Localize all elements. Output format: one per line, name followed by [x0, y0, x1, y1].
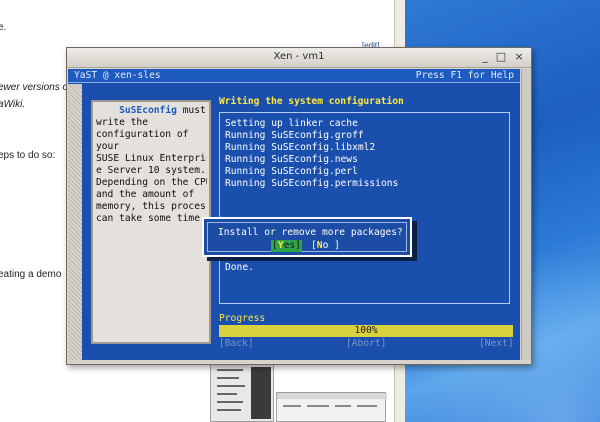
- log-line: Running SuSEconfig.libxml2: [225, 142, 376, 153]
- wiki-text-line: aWiki.: [0, 99, 26, 110]
- help-line: your: [96, 141, 120, 152]
- help-line-text: must: [176, 105, 206, 116]
- progress-bar: 100%: [219, 325, 513, 337]
- main-title: Writing the system configuration: [219, 96, 404, 107]
- wiki-text-line: eps to do so:: [0, 150, 56, 161]
- dialog-question: Install or remove more packages?: [218, 227, 403, 238]
- progress-label: Progress: [219, 313, 266, 324]
- help-line: and the amount of: [96, 189, 195, 200]
- yast-host-label: YaST @ xen-sles: [74, 70, 161, 81]
- wiki-text-line: e.: [0, 22, 7, 33]
- help-line: SuSEconfig must: [96, 105, 207, 117]
- progress-value: 100%: [354, 325, 378, 336]
- hotkey-letter: N: [316, 240, 323, 251]
- window-titlebar[interactable]: Xen - vm1 _ □ ×: [67, 48, 531, 68]
- help-line: e Server 10 system.: [96, 165, 206, 176]
- background-thumbnail: [276, 392, 387, 422]
- background-thumbnail: [210, 360, 274, 422]
- abort-button[interactable]: [Abort]: [346, 338, 386, 350]
- yast-header-bar: YaST @ xen-sles Press F1 for Help: [68, 69, 520, 83]
- hotkey-letter: Y: [277, 240, 284, 251]
- help-panel: SuSEconfig must write the configuration …: [91, 100, 211, 344]
- terminal-left-strip: [68, 84, 82, 360]
- dialog-frame: Install or remove more packages? [Yes] […: [207, 222, 407, 252]
- back-button[interactable]: [Back]: [219, 338, 254, 350]
- log-line: Running SuSEconfig.news: [225, 154, 358, 165]
- confirm-dialog: Install or remove more packages? [Yes] […: [202, 217, 412, 257]
- minimize-icon[interactable]: _: [479, 51, 491, 63]
- yes-button[interactable]: [Yes]: [271, 240, 302, 252]
- help-hint: Press F1 for Help: [415, 70, 514, 81]
- help-line: memory, this proces: [96, 201, 206, 212]
- help-keyword: SuSEconfig: [119, 105, 177, 116]
- log-line: Running SuSEconfig.groff: [225, 130, 364, 141]
- xen-vm-window: Xen - vm1 _ □ × YaST @ xen-sles Press F1…: [66, 47, 532, 365]
- close-icon[interactable]: ×: [513, 51, 525, 63]
- log-line: Done.: [225, 262, 254, 273]
- help-line: SUSE Linux Enterpris: [96, 153, 207, 164]
- next-button[interactable]: [Next]: [479, 338, 514, 350]
- no-button[interactable]: [No ]: [311, 240, 340, 252]
- log-line: Running SuSEconfig.permissions: [225, 178, 399, 189]
- help-line: can take some time.: [96, 213, 206, 224]
- log-line: Running SuSEconfig.perl: [225, 166, 358, 177]
- window-title: Xen - vm1: [273, 51, 325, 62]
- help-line: Depending on the CPU: [96, 177, 207, 188]
- wiki-text-line: eating a demo: [0, 269, 62, 280]
- wiki-text-line: ewer versions o: [0, 82, 69, 93]
- window-scrollbar[interactable]: [521, 69, 531, 360]
- yast-terminal[interactable]: YaST @ xen-sles Press F1 for Help SuSEco…: [68, 69, 520, 360]
- help-line: configuration of: [96, 129, 189, 140]
- log-line: Setting up linker cache: [225, 118, 358, 129]
- help-line: write the: [96, 117, 148, 128]
- maximize-icon[interactable]: □: [495, 51, 507, 63]
- log-box: Setting up linker cache Running SuSEconf…: [219, 112, 510, 304]
